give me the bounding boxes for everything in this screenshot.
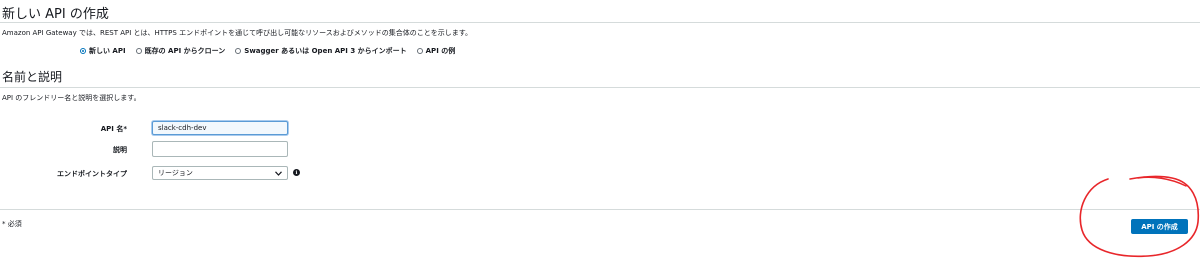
divider <box>0 22 1200 23</box>
endpoint-type-select[interactable]: リージョン <box>152 166 288 180</box>
create-description: Amazon API Gateway では、REST API とは、HTTPS … <box>2 29 473 37</box>
api-source-radio-group: 新しい API 既存の API からクローン Swagger あるいは Open… <box>80 46 455 56</box>
chevron-down-icon <box>274 169 282 177</box>
create-api-button[interactable]: API の作成 <box>1131 219 1188 234</box>
radio-label: Swagger あるいは Open API 3 からインポート <box>244 47 407 55</box>
required-note: * 必須 <box>2 220 22 228</box>
info-icon[interactable]: i <box>293 169 300 176</box>
divider <box>0 209 1200 210</box>
description-input[interactable] <box>152 141 288 157</box>
radio-button[interactable] <box>135 48 142 54</box>
api-name-input[interactable] <box>152 121 288 135</box>
radio-option-clone[interactable]: 既存の API からクローン <box>135 46 226 56</box>
api-name-label: API 名* <box>100 125 127 133</box>
radio-label: API の例 <box>425 47 456 55</box>
radio-label: 既存の API からクローン <box>144 47 226 55</box>
radio-option-new-api[interactable]: 新しい API <box>80 46 126 56</box>
radio-button[interactable] <box>235 48 242 54</box>
radio-label: 新しい API <box>89 47 126 55</box>
name-description: API のフレンドリー名と説明を選択します。 <box>2 94 141 102</box>
radio-option-import[interactable]: Swagger あるいは Open API 3 からインポート <box>235 46 407 56</box>
radio-button[interactable] <box>80 48 86 54</box>
red-circle-annotation <box>1079 175 1200 258</box>
section-title-name: 名前と説明 <box>2 70 63 84</box>
radio-button[interactable] <box>416 48 423 54</box>
page-title: 新しい API の作成 <box>2 7 109 22</box>
create-api-page: 新しい API の作成 Amazon API Gateway では、REST A… <box>0 0 1200 267</box>
divider <box>0 87 1200 88</box>
endpoint-type-label: エンドポイントタイプ <box>57 170 127 178</box>
description-label: 説明 <box>113 146 127 154</box>
endpoint-type-value: リージョン <box>158 169 193 177</box>
radio-option-example[interactable]: API の例 <box>416 46 456 56</box>
